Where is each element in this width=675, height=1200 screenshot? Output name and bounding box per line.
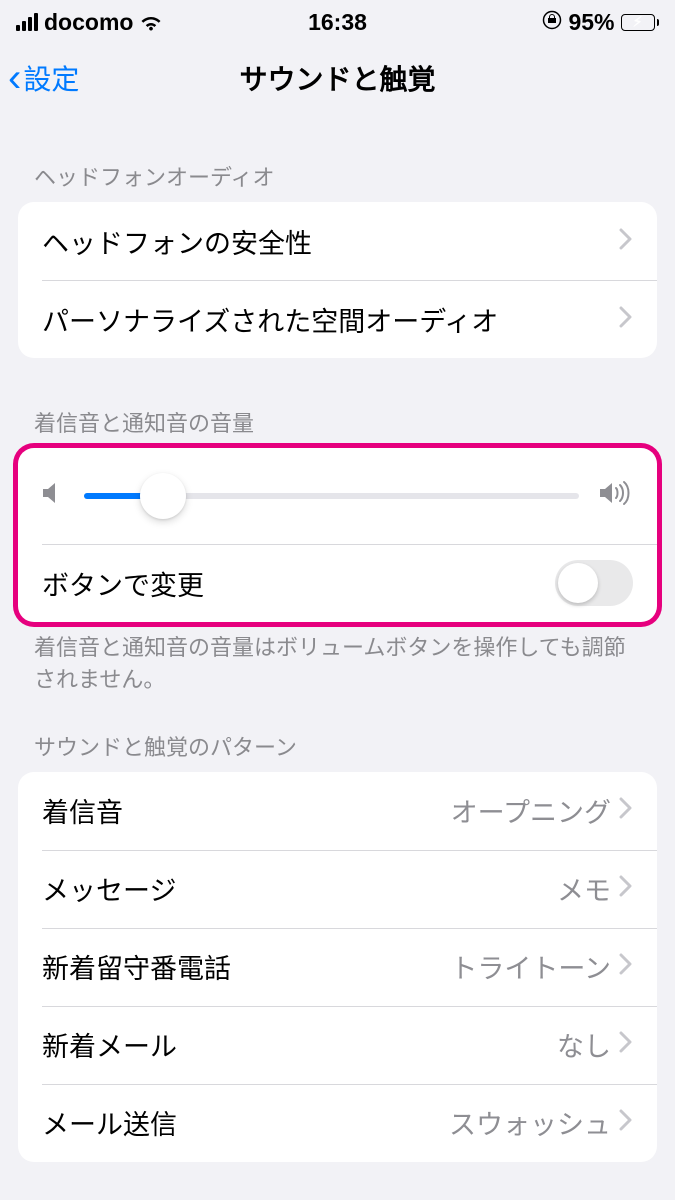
row-change-with-buttons: ボタンで変更 <box>18 544 657 622</box>
chevron-right-icon <box>619 951 633 982</box>
wifi-icon <box>139 13 163 31</box>
status-bar: docomo 16:38 95% ⚡︎ <box>0 0 675 44</box>
row-label: メッセージ <box>42 869 557 908</box>
section-footer-volume: 着信音と通知音の音量はボリュームボタンを操作しても調節されません。 <box>0 622 675 696</box>
row-label: 新着留守番電話 <box>42 947 450 986</box>
carrier-label: docomo <box>44 9 133 36</box>
chevron-right-icon <box>619 795 633 826</box>
row-value: スウォッシュ <box>449 1103 611 1142</box>
toggle-change-with-buttons[interactable] <box>555 560 633 606</box>
orientation-lock-icon <box>542 9 562 36</box>
group-patterns: 着信音 オープニング メッセージ メモ 新着留守番電話 トライトーン 新着メール… <box>18 772 657 1162</box>
row-value: メモ <box>557 869 611 908</box>
group-headphone: ヘッドフォンの安全性 パーソナライズされた空間オーディオ <box>18 202 657 358</box>
navigation-bar: ‹ 設定 サウンドと触覚 <box>0 44 675 112</box>
row-label: パーソナライズされた空間オーディオ <box>42 300 619 339</box>
back-label: 設定 <box>23 58 79 98</box>
chevron-right-icon <box>619 304 633 335</box>
row-label: 着信音 <box>42 791 451 830</box>
speaker-low-icon <box>42 480 64 513</box>
row-label: ヘッドフォンの安全性 <box>42 222 619 261</box>
volume-slider[interactable] <box>84 493 579 499</box>
chevron-right-icon <box>619 226 633 257</box>
back-button[interactable]: ‹ 設定 <box>8 58 79 98</box>
row-new-mail[interactable]: 新着メール なし <box>18 1006 657 1084</box>
section-header-headphone: ヘッドフォンオーディオ <box>0 112 675 202</box>
section-header-volume: 着信音と通知音の音量 <box>0 358 675 448</box>
section-header-patterns: サウンドと触覚のパターン <box>0 696 675 772</box>
row-text-tone[interactable]: メッセージ メモ <box>18 850 657 928</box>
row-headphone-safety[interactable]: ヘッドフォンの安全性 <box>18 202 657 280</box>
page-title: サウンドと触覚 <box>239 58 435 98</box>
clock: 16:38 <box>308 9 367 36</box>
row-voicemail[interactable]: 新着留守番電話 トライトーン <box>18 928 657 1006</box>
row-value: オープニング <box>451 791 611 830</box>
row-value: トライトーン <box>450 947 611 986</box>
row-value: なし <box>557 1025 611 1064</box>
row-label: 新着メール <box>42 1025 557 1064</box>
row-sent-mail[interactable]: メール送信 スウォッシュ <box>18 1084 657 1162</box>
row-label: メール送信 <box>42 1103 449 1142</box>
row-ringtone[interactable]: 着信音 オープニング <box>18 772 657 850</box>
cellular-signal-icon <box>16 13 38 31</box>
row-label: ボタンで変更 <box>42 564 555 603</box>
row-spatial-audio[interactable]: パーソナライズされた空間オーディオ <box>18 280 657 358</box>
chevron-right-icon <box>619 1029 633 1060</box>
group-volume: ボタンで変更 <box>18 448 657 622</box>
battery-percent: 95% <box>568 9 614 36</box>
battery-icon: ⚡︎ <box>621 14 660 31</box>
speaker-high-icon <box>599 480 633 513</box>
chevron-right-icon <box>619 1107 633 1138</box>
row-volume-slider <box>18 448 657 544</box>
chevron-right-icon <box>619 873 633 904</box>
chevron-left-icon: ‹ <box>8 58 21 98</box>
